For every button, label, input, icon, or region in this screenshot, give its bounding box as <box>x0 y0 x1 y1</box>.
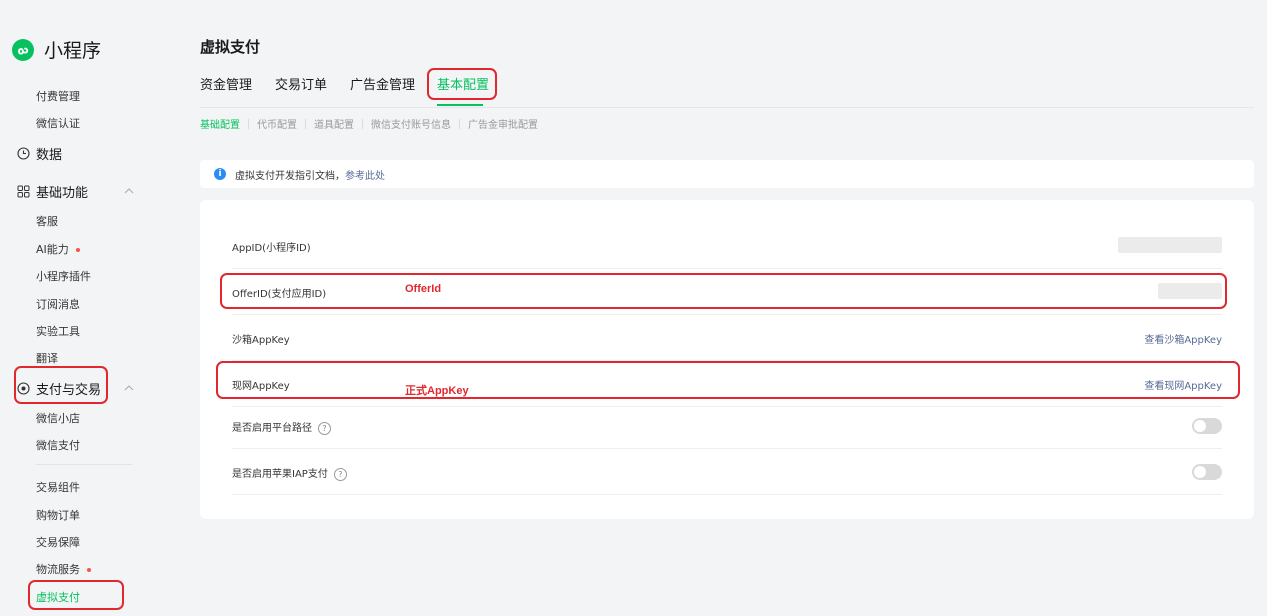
tab-orders[interactable]: 交易订单 <box>275 74 327 93</box>
subtab-currency[interactable]: 代币配置 <box>257 116 297 131</box>
grid-icon <box>16 185 30 199</box>
subtab-basic[interactable]: 基础配置 <box>200 116 240 131</box>
sidebar-group-data[interactable]: 数据 <box>16 144 62 163</box>
config-row-iap: 是否启用苹果IAP支付? <box>232 449 1222 495</box>
tab-bar: 资金管理 交易订单 广告金管理 基本配置 <box>200 72 1254 108</box>
subtab-separator <box>248 118 249 129</box>
annotation-box-sidebar-pay <box>14 366 108 404</box>
sidebar-item-ai[interactable]: AI能力 <box>36 241 80 257</box>
help-icon[interactable]: ? <box>318 421 331 435</box>
config-row-platform-path: 是否启用平台路径? <box>232 403 1222 449</box>
sidebar-item-orders[interactable]: 购物订单 <box>36 507 80 523</box>
app-logo[interactable]: 小程序 <box>12 36 101 63</box>
view-sandbox-appkey-link[interactable]: 查看沙箱AppKey <box>1144 331 1222 346</box>
sidebar-group-label: 数据 <box>36 148 63 163</box>
chevron-up-icon[interactable] <box>123 382 135 394</box>
config-label: 是否启用平台路径 <box>232 423 312 434</box>
config-row-appid: AppID(小程序ID) <box>232 223 1222 269</box>
annotation-text-appkey: 正式AppKey <box>405 385 469 397</box>
tab-ad-funds[interactable]: 广告金管理 <box>350 74 415 93</box>
sidebar-group-label: 基础功能 <box>36 186 89 201</box>
sidebar-item-kefu[interactable]: 客服 <box>36 213 58 229</box>
help-icon[interactable]: ? <box>333 467 347 481</box>
sidebar-item-lab[interactable]: 实验工具 <box>36 323 80 339</box>
notice-link[interactable]: 参考此处 <box>345 167 385 182</box>
sidebar-item-translate[interactable]: 翻译 <box>36 350 58 366</box>
new-badge-dot <box>75 248 80 252</box>
notice-text: 虚拟支付开发指引文档， <box>235 170 345 182</box>
toggle-knob <box>1194 466 1206 478</box>
config-label: 是否启用苹果IAP支付 <box>232 469 328 480</box>
sidebar-divider <box>36 464 132 465</box>
config-label: AppID(小程序ID) <box>232 243 311 254</box>
sidebar-item-fee[interactable]: 付费管理 <box>36 88 80 104</box>
sidebar-item-trade-comp[interactable]: 交易组件 <box>36 479 80 495</box>
tab-funds[interactable]: 资金管理 <box>200 74 252 93</box>
annotation-box-virtual-pay <box>28 580 124 610</box>
sidebar-item-logistics[interactable]: 物流服务 <box>36 561 91 577</box>
masked-value <box>1118 237 1222 253</box>
miniprogram-logo-icon <box>12 38 34 61</box>
sidebar-item-guarantee[interactable]: 交易保障 <box>36 534 80 550</box>
sidebar: 小程序 付费管理 微信认证 数据 基础功能 客服 AI能力 小程序插件 订阅消息… <box>0 0 172 616</box>
info-icon: i <box>214 168 226 180</box>
new-badge-dot <box>87 568 91 572</box>
subtab-bar: 基础配置 代币配置 道具配置 微信支付账号信息 广告金审批配置 <box>200 116 538 131</box>
sidebar-item-label: AI能力 <box>36 243 69 256</box>
annotation-text-offerid: OfferId <box>405 283 442 295</box>
sidebar-item-wxauth[interactable]: 微信认证 <box>36 115 80 131</box>
notice-bar: i 虚拟支付开发指引文档， 参考此处 <box>200 160 1254 188</box>
sidebar-group-basic[interactable]: 基础功能 <box>16 182 88 201</box>
annotation-box-tab <box>427 68 497 100</box>
page-title: 虚拟支付 <box>200 38 261 56</box>
subtab-items[interactable]: 道具配置 <box>314 116 354 131</box>
annotation-box-appkey <box>216 361 1240 399</box>
config-label: 沙箱AppKey <box>232 335 290 346</box>
platform-path-toggle[interactable] <box>1192 418 1222 434</box>
sidebar-item-shop[interactable]: 微信小店 <box>36 410 80 426</box>
toggle-knob <box>1194 420 1206 432</box>
config-label-wrap: 是否启用平台路径? <box>232 419 331 435</box>
subtab-separator <box>362 118 363 129</box>
subtab-ad-approval[interactable]: 广告金审批配置 <box>468 116 538 131</box>
subtab-separator <box>305 118 306 129</box>
iap-toggle[interactable] <box>1192 464 1222 480</box>
sidebar-item-label: 物流服务 <box>36 563 80 576</box>
config-row-sandbox: 沙箱AppKey 查看沙箱AppKey <box>232 315 1222 361</box>
subtab-separator <box>459 118 460 129</box>
config-card: AppID(小程序ID) OfferID(支付应用ID) 沙箱AppKey 查看… <box>200 200 1254 519</box>
sidebar-item-plugin[interactable]: 小程序插件 <box>36 268 91 284</box>
clock-icon <box>16 147 30 161</box>
sidebar-item-wxpay[interactable]: 微信支付 <box>36 437 80 453</box>
sidebar-item-subscribe[interactable]: 订阅消息 <box>36 296 80 312</box>
active-tab-indicator <box>437 104 483 106</box>
subtab-wxpay-account[interactable]: 微信支付账号信息 <box>371 116 451 131</box>
config-label-wrap: 是否启用苹果IAP支付? <box>232 465 347 481</box>
chevron-up-icon[interactable] <box>123 185 135 197</box>
annotation-box-offerid <box>220 273 1227 309</box>
app-name: 小程序 <box>44 40 102 62</box>
